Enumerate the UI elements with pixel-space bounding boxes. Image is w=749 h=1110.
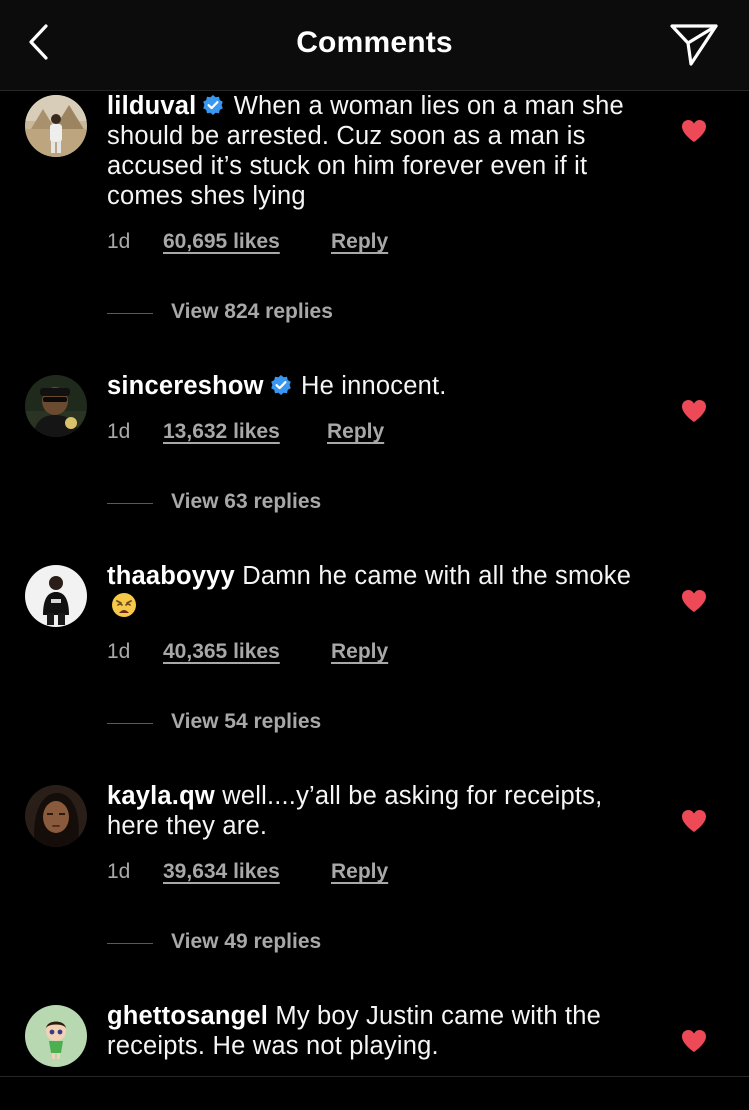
comment-username[interactable]: kayla.qw: [107, 782, 215, 810]
comment-composer-bar: [0, 1076, 749, 1110]
comment-text: Damn he came with all the smoke: [242, 562, 632, 590]
comment-body: lilduval When a woman lies on a man she …: [107, 91, 652, 211]
avatar[interactable]: [25, 1005, 87, 1067]
verified-badge-icon: [270, 373, 292, 395]
comment-username[interactable]: thaaboyyy: [107, 562, 235, 590]
comment-body: thaaboyyy Damn he came with all the smok…: [107, 561, 652, 621]
comment-text: He innocent.: [300, 372, 447, 400]
replies-divider: [107, 723, 153, 724]
avatar[interactable]: [25, 565, 87, 627]
comment-username[interactable]: sincereshow: [107, 372, 264, 400]
comment-timestamp: 1d: [107, 420, 131, 443]
like-heart-icon[interactable]: [681, 399, 707, 423]
likes-count-link[interactable]: 13,632 likes: [163, 420, 280, 444]
top-navigation-bar: Comments: [0, 0, 749, 91]
replies-divider: [107, 503, 153, 504]
comment-timestamp: 1d: [107, 230, 131, 253]
avatar[interactable]: [25, 375, 87, 437]
weary-face-emoji-icon: [111, 592, 137, 618]
view-replies-label: View 824 replies: [171, 300, 333, 323]
comment-meta: 1d 39,634 likes Reply: [107, 860, 388, 884]
likes-count-link[interactable]: 39,634 likes: [163, 860, 280, 884]
view-replies-label: View 63 replies: [171, 490, 322, 513]
reply-button[interactable]: Reply: [331, 230, 388, 254]
comment-timestamp: 1d: [107, 860, 131, 883]
avatar[interactable]: [25, 785, 87, 847]
likes-count-link[interactable]: 40,365 likes: [163, 640, 280, 664]
comment-meta: 1d 40,365 likes Reply: [107, 640, 388, 664]
direct-send-icon[interactable]: [668, 20, 720, 68]
comment-username[interactable]: lilduval: [107, 92, 196, 120]
view-replies-label: View 54 replies: [171, 710, 322, 733]
replies-divider: [107, 943, 153, 944]
reply-button[interactable]: Reply: [331, 640, 388, 664]
like-heart-icon[interactable]: [681, 589, 707, 613]
comment-body: ghettosangel My boy Justin came with the…: [107, 1001, 652, 1061]
comment-meta: 1d 13,632 likes Reply: [107, 420, 384, 444]
verified-badge-icon: [202, 93, 224, 115]
avatar[interactable]: [25, 95, 87, 157]
likes-count-link[interactable]: 60,695 likes: [163, 230, 280, 254]
comment-username[interactable]: ghettosangel: [107, 1002, 268, 1030]
page-title: Comments: [296, 26, 453, 59]
reply-button[interactable]: Reply: [327, 420, 384, 444]
comment-body: sincereshow He innocent.: [107, 371, 652, 401]
view-replies-label: View 49 replies: [171, 930, 322, 953]
like-heart-icon[interactable]: [681, 809, 707, 833]
like-heart-icon[interactable]: [681, 1029, 707, 1053]
replies-divider: [107, 313, 153, 314]
comment-meta: 1d 60,695 likes Reply: [107, 230, 388, 254]
comment-timestamp: 1d: [107, 640, 131, 663]
comment-body: kayla.qw well....y’all be asking for rec…: [107, 781, 652, 841]
like-heart-icon[interactable]: [681, 119, 707, 143]
reply-button[interactable]: Reply: [331, 860, 388, 884]
